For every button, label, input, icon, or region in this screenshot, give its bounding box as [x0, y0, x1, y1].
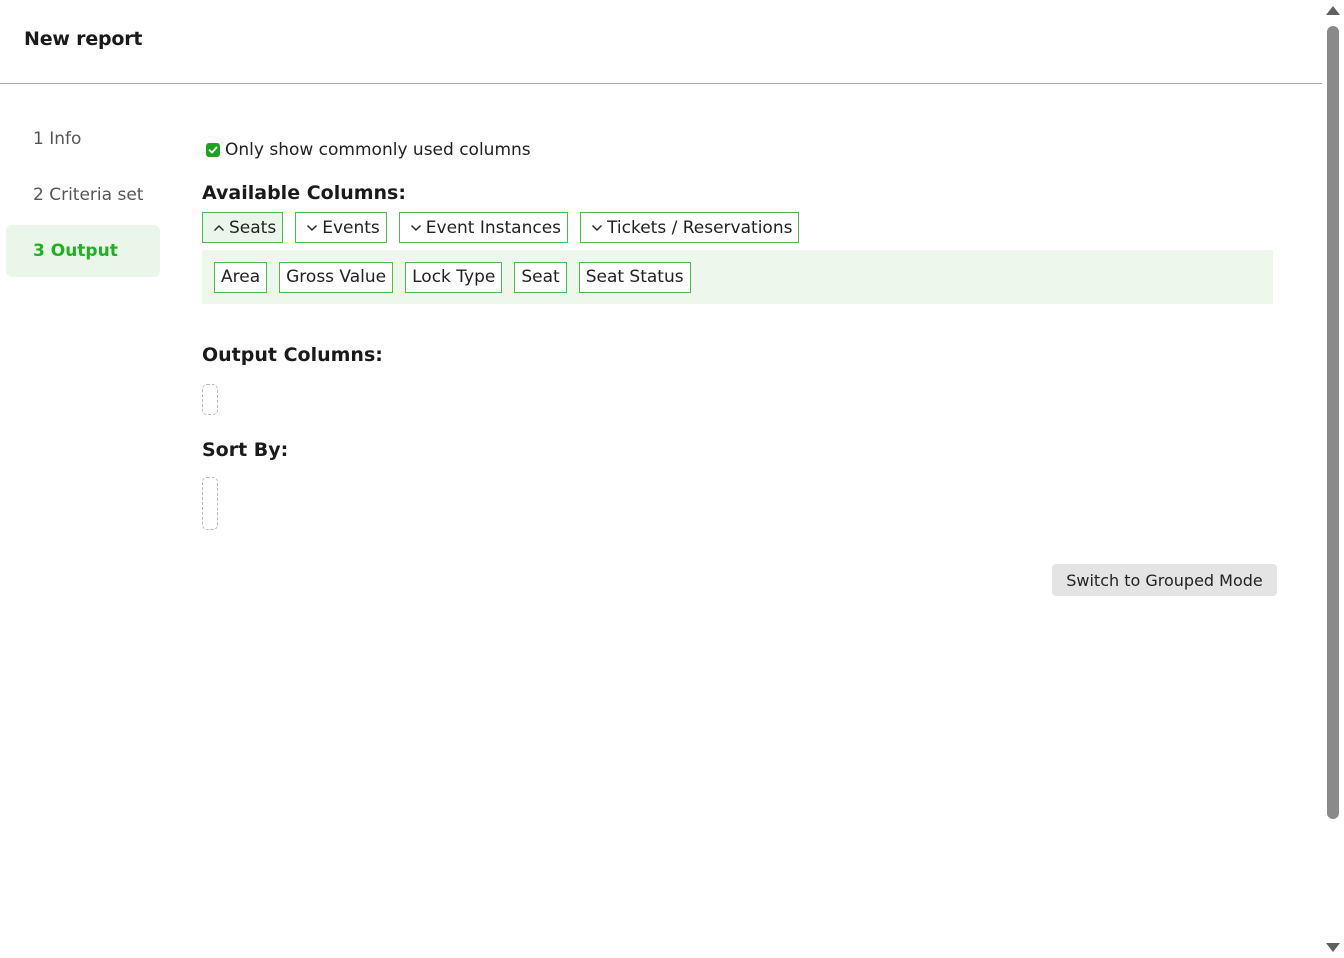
report-wizard: New report 1 Info 2 Criteria set 3 Outpu… — [0, 0, 1344, 958]
group-event-instances-button[interactable]: Event Instances — [398, 212, 569, 243]
common-columns-checkbox[interactable] — [206, 143, 220, 157]
scrollbar-thumb[interactable] — [1327, 26, 1339, 819]
switch-grouped-mode-button[interactable]: Switch to Grouped Mode — [1052, 564, 1277, 596]
group-label: Events — [322, 217, 380, 238]
chevron-down-icon — [410, 224, 422, 232]
field-chip-lock-type[interactable]: Lock Type — [405, 261, 503, 293]
checkmark-icon — [208, 146, 218, 154]
step-label: 3 Output — [33, 241, 118, 261]
step-info[interactable]: 1 Info — [6, 113, 160, 165]
chevron-down-icon — [591, 224, 603, 232]
step-output[interactable]: 3 Output — [6, 225, 160, 277]
sort-by-dropzone[interactable] — [202, 477, 218, 530]
chevron-up-icon — [213, 224, 225, 232]
group-tickets-reservations-button[interactable]: Tickets / Reservations — [580, 212, 800, 243]
group-seats-button[interactable]: Seats — [202, 212, 284, 243]
field-chip-seat[interactable]: Seat — [514, 261, 567, 293]
column-group-tabs: Seats Events Event Instances Tickets / R… — [202, 212, 1277, 243]
group-label: Tickets / Reservations — [607, 217, 793, 238]
header: New report — [0, 0, 1322, 84]
group-label: Event Instances — [425, 217, 562, 238]
output-columns-dropzone[interactable] — [202, 384, 218, 415]
group-label: Seats — [229, 217, 277, 238]
step-criteria-set[interactable]: 2 Criteria set — [6, 169, 160, 221]
field-chip-gross-value[interactable]: Gross Value — [279, 261, 394, 293]
page-title: New report — [24, 28, 143, 50]
step-nav: 1 Info 2 Criteria set 3 Output — [6, 113, 160, 281]
output-columns-heading: Output Columns: — [202, 344, 383, 366]
chevron-down-icon — [306, 224, 318, 232]
vertical-scrollbar[interactable] — [1322, 0, 1344, 958]
field-chip-seat-status[interactable]: Seat Status — [578, 261, 691, 293]
available-fields-panel: Area Gross Value Lock Type Seat Seat Sta… — [202, 250, 1273, 304]
step-label: 2 Criteria set — [33, 185, 144, 205]
scroll-down-arrow-icon[interactable] — [1326, 943, 1340, 952]
step-label: 1 Info — [33, 129, 82, 149]
common-columns-option: Only show commonly used columns — [206, 130, 1277, 170]
field-chip-area[interactable]: Area — [214, 261, 268, 293]
scroll-up-arrow-icon[interactable] — [1326, 6, 1340, 15]
common-columns-label[interactable]: Only show commonly used columns — [225, 140, 531, 160]
available-columns-heading: Available Columns: — [202, 182, 406, 204]
sort-by-heading: Sort By: — [202, 439, 289, 461]
output-step-panel: Only show commonly used columns Availabl… — [202, 130, 1277, 530]
group-events-button[interactable]: Events — [295, 212, 387, 243]
